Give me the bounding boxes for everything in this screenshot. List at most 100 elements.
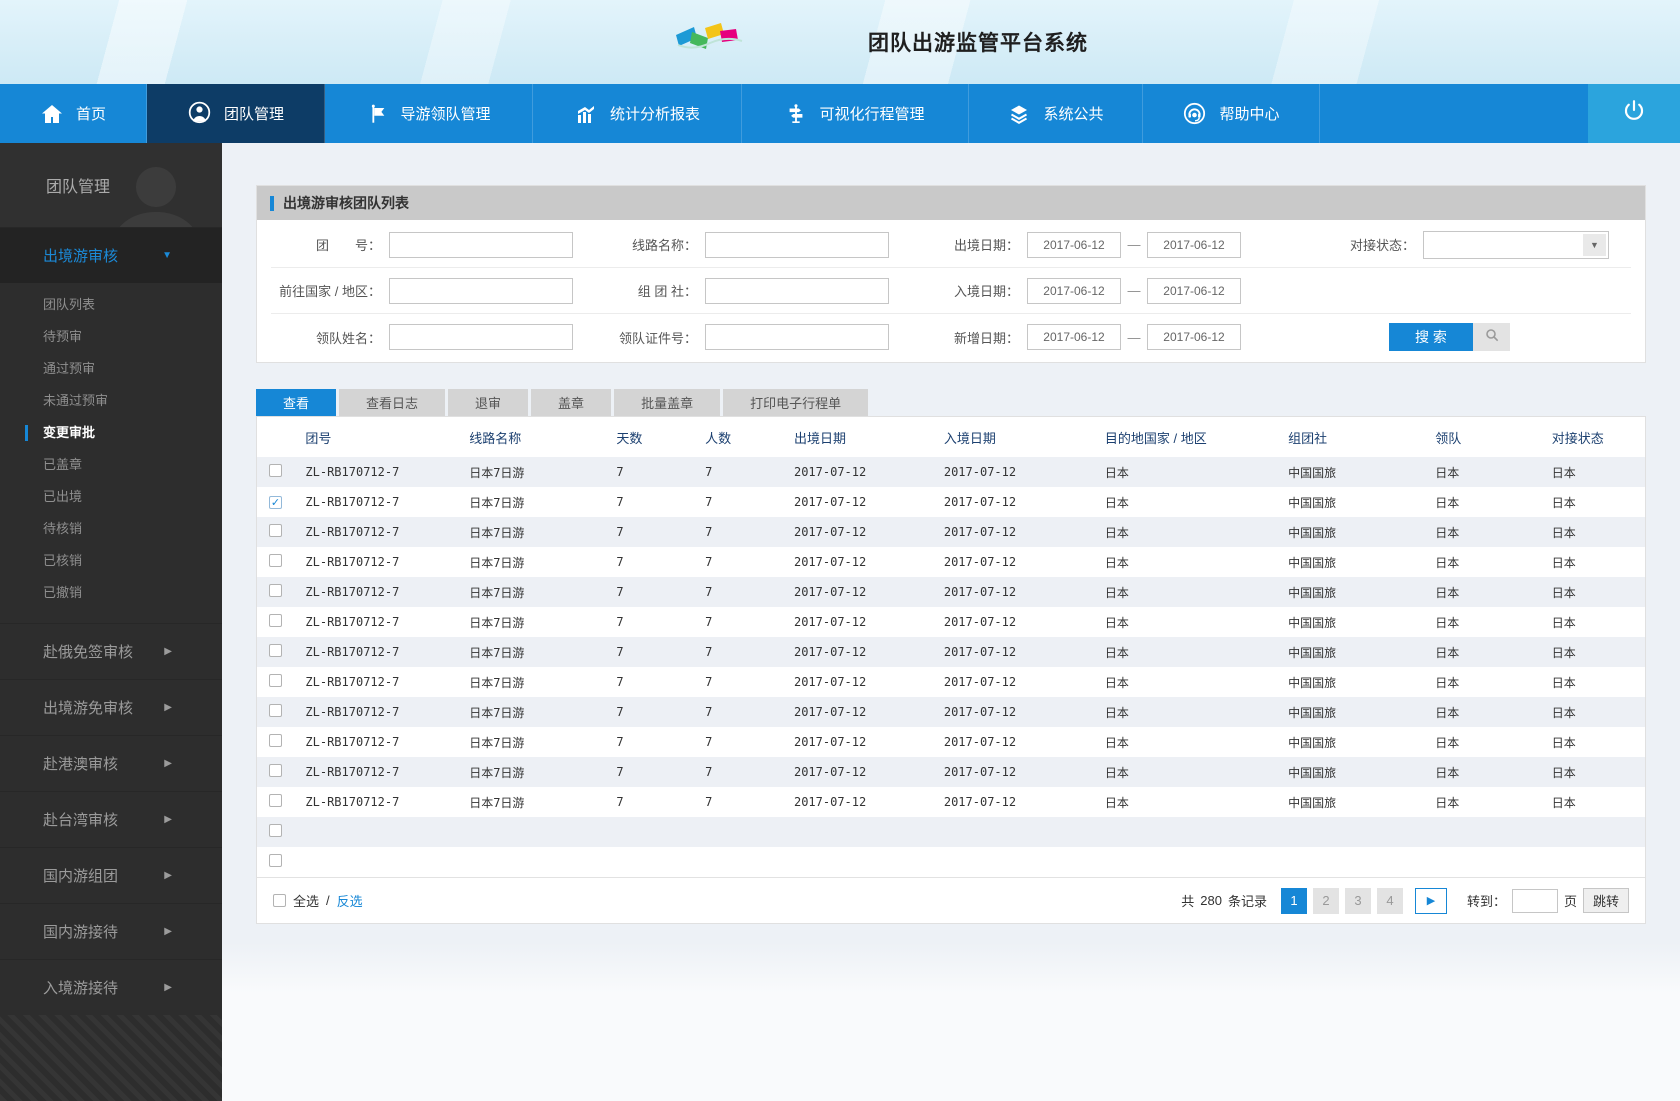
page-button-4[interactable]: 4 bbox=[1376, 887, 1403, 914]
nav-item-team[interactable]: 团队管理 bbox=[147, 84, 325, 143]
row-cell: 日本 bbox=[1431, 757, 1548, 787]
jump-button[interactable]: 跳转 bbox=[1582, 888, 1629, 913]
column-header: 团号 bbox=[305, 430, 332, 446]
row-checkbox[interactable] bbox=[269, 824, 282, 837]
row-checkbox[interactable] bbox=[269, 854, 282, 867]
sidebar-group-2[interactable]: 出境游免审核 ▶ bbox=[0, 679, 222, 735]
row-cell: 中国国旅 bbox=[1284, 757, 1432, 787]
row-cell: 中国国旅 bbox=[1288, 675, 1337, 690]
row-cell: 2017-07-12 bbox=[789, 577, 940, 607]
headset-icon bbox=[1182, 101, 1207, 126]
main-nav: 首页 团队管理 导游领队管理 统计分析报表 可视化行程管理 系统公共 帮助中心 bbox=[0, 84, 1680, 143]
row-checkbox[interactable] bbox=[269, 674, 282, 687]
entry-date-to-input[interactable] bbox=[1147, 277, 1241, 304]
search-button[interactable]: 搜 索 bbox=[1389, 323, 1473, 351]
chevron-down-icon[interactable]: ▼ bbox=[1583, 233, 1606, 256]
row-cell: ZL-RB170712-7 bbox=[305, 495, 400, 509]
entry-date-from-input[interactable] bbox=[1027, 277, 1121, 304]
tab-批量盖章[interactable]: 批量盖章 bbox=[614, 389, 721, 416]
sidebar-group-0[interactable]: 出境游审核 ▼ bbox=[0, 227, 222, 283]
sidebar-group-7[interactable]: 入境游接待 ▶ bbox=[0, 959, 222, 1015]
search-magnifier-button[interactable] bbox=[1473, 323, 1510, 351]
sidebar-group-5[interactable]: 国内游组团 ▶ bbox=[0, 847, 222, 903]
row-cell: 日本 bbox=[1431, 697, 1548, 727]
select-all-checkbox[interactable] bbox=[273, 894, 286, 907]
agency-input[interactable] bbox=[705, 277, 889, 304]
row-cell: 日本 bbox=[1435, 555, 1460, 570]
row-checkbox[interactable] bbox=[269, 704, 282, 717]
logout-button[interactable] bbox=[1588, 84, 1680, 143]
row-checkbox[interactable]: ✓ bbox=[269, 496, 282, 509]
tab-退审[interactable]: 退审 bbox=[448, 389, 529, 416]
sidebar-item[interactable]: 已出境 bbox=[0, 481, 222, 513]
sidebar-item[interactable]: 变更审批 bbox=[0, 417, 222, 449]
page-button-3[interactable]: 3 bbox=[1344, 887, 1371, 914]
added-date-from-input[interactable] bbox=[1027, 324, 1121, 350]
row-checkbox[interactable] bbox=[269, 554, 282, 567]
sidebar-group-6[interactable]: 国内游接待 ▶ bbox=[0, 903, 222, 959]
added-date-to-input[interactable] bbox=[1147, 324, 1241, 350]
country-input[interactable] bbox=[389, 277, 573, 304]
sidebar-group-4[interactable]: 赴台湾审核 ▶ bbox=[0, 791, 222, 847]
group-no-input[interactable] bbox=[389, 231, 573, 258]
row-cell: 日本7日游 bbox=[469, 795, 525, 810]
depart-date-from-input[interactable] bbox=[1027, 231, 1121, 258]
nav-item-stats[interactable]: 统计分析报表 bbox=[533, 84, 742, 143]
page-button-1[interactable]: 1 bbox=[1280, 887, 1307, 914]
sidebar-item[interactable]: 待预审 bbox=[0, 321, 222, 353]
sidebar-group-label: 赴港澳审核 bbox=[43, 756, 119, 773]
nav-item-label: 帮助中心 bbox=[1219, 106, 1280, 123]
nav-item-visual[interactable]: 可视化行程管理 bbox=[742, 84, 969, 143]
row-checkbox[interactable] bbox=[269, 794, 282, 807]
sidebar-group-1[interactable]: 赴俄免签审核 ▶ bbox=[0, 623, 222, 679]
sidebar-item[interactable]: 已盖章 bbox=[0, 449, 222, 481]
row-checkbox[interactable] bbox=[269, 764, 282, 777]
row-checkbox[interactable] bbox=[269, 524, 282, 537]
page-button-2[interactable]: 2 bbox=[1312, 887, 1339, 914]
row-checkbox[interactable] bbox=[269, 734, 282, 747]
tab-查看日志[interactable]: 查看日志 bbox=[339, 389, 446, 416]
chart-icon bbox=[574, 102, 598, 126]
route-name-label: 线路名称： bbox=[631, 238, 697, 253]
sidebar-item[interactable]: 未通过预审 bbox=[0, 385, 222, 417]
leader-name-input[interactable] bbox=[389, 324, 573, 350]
tab-查看[interactable]: 查看 bbox=[256, 389, 337, 416]
row-checkbox-cell bbox=[257, 517, 302, 547]
sidebar-item[interactable]: 已撤销 bbox=[0, 577, 222, 609]
group-no-label: 团 号： bbox=[315, 238, 381, 253]
sidebar-item[interactable]: 已核销 bbox=[0, 545, 222, 577]
invert-selection-link[interactable]: 反选 bbox=[337, 891, 363, 910]
agency-label: 组 团 社： bbox=[637, 284, 697, 299]
app-logo-icon bbox=[672, 19, 748, 66]
row-checkbox[interactable] bbox=[269, 464, 282, 477]
tab-打印电子行程单[interactable]: 打印电子行程单 bbox=[723, 389, 869, 416]
row-checkbox-cell bbox=[257, 547, 301, 577]
sidebar-group-label: 国内游组团 bbox=[43, 868, 119, 885]
row-checkbox[interactable] bbox=[269, 614, 282, 627]
status-select[interactable]: ▼ bbox=[1423, 230, 1609, 259]
row-cell: 2017-07-12 bbox=[789, 517, 940, 547]
nav-item-label: 可视化行程管理 bbox=[819, 106, 925, 123]
depart-date-to-input[interactable] bbox=[1147, 231, 1241, 258]
nav-item-home[interactable]: 首页 bbox=[0, 84, 147, 143]
tab-盖章[interactable]: 盖章 bbox=[531, 389, 612, 416]
sidebar-item[interactable]: 团队列表 bbox=[0, 289, 222, 321]
date-range-dash: — bbox=[1127, 237, 1141, 252]
goto-page-input[interactable] bbox=[1511, 888, 1558, 913]
nav-item-help[interactable]: 帮助中心 bbox=[1143, 84, 1320, 143]
next-page-button[interactable]: ▶ bbox=[1414, 887, 1447, 914]
row-cell: 7 bbox=[612, 637, 702, 667]
row-checkbox[interactable] bbox=[269, 644, 282, 657]
row-checkbox-cell bbox=[257, 577, 302, 607]
sidebar-item[interactable]: 待核销 bbox=[0, 513, 222, 545]
nav-item-guide[interactable]: 导游领队管理 bbox=[325, 84, 533, 143]
sidebar-item[interactable]: 通过预审 bbox=[0, 353, 222, 385]
sidebar-group-3[interactable]: 赴港澳审核 ▶ bbox=[0, 735, 222, 791]
row-checkbox[interactable] bbox=[269, 584, 282, 597]
leader-id-input[interactable] bbox=[705, 324, 889, 350]
route-name-input[interactable] bbox=[705, 231, 889, 258]
chevron-right-icon: ▶ bbox=[1426, 895, 1436, 907]
top-banner: 团队出游监管平台系统 bbox=[0, 0, 1680, 84]
row-cell: 日本 bbox=[1100, 637, 1285, 667]
nav-item-system[interactable]: 系统公共 bbox=[969, 84, 1143, 143]
